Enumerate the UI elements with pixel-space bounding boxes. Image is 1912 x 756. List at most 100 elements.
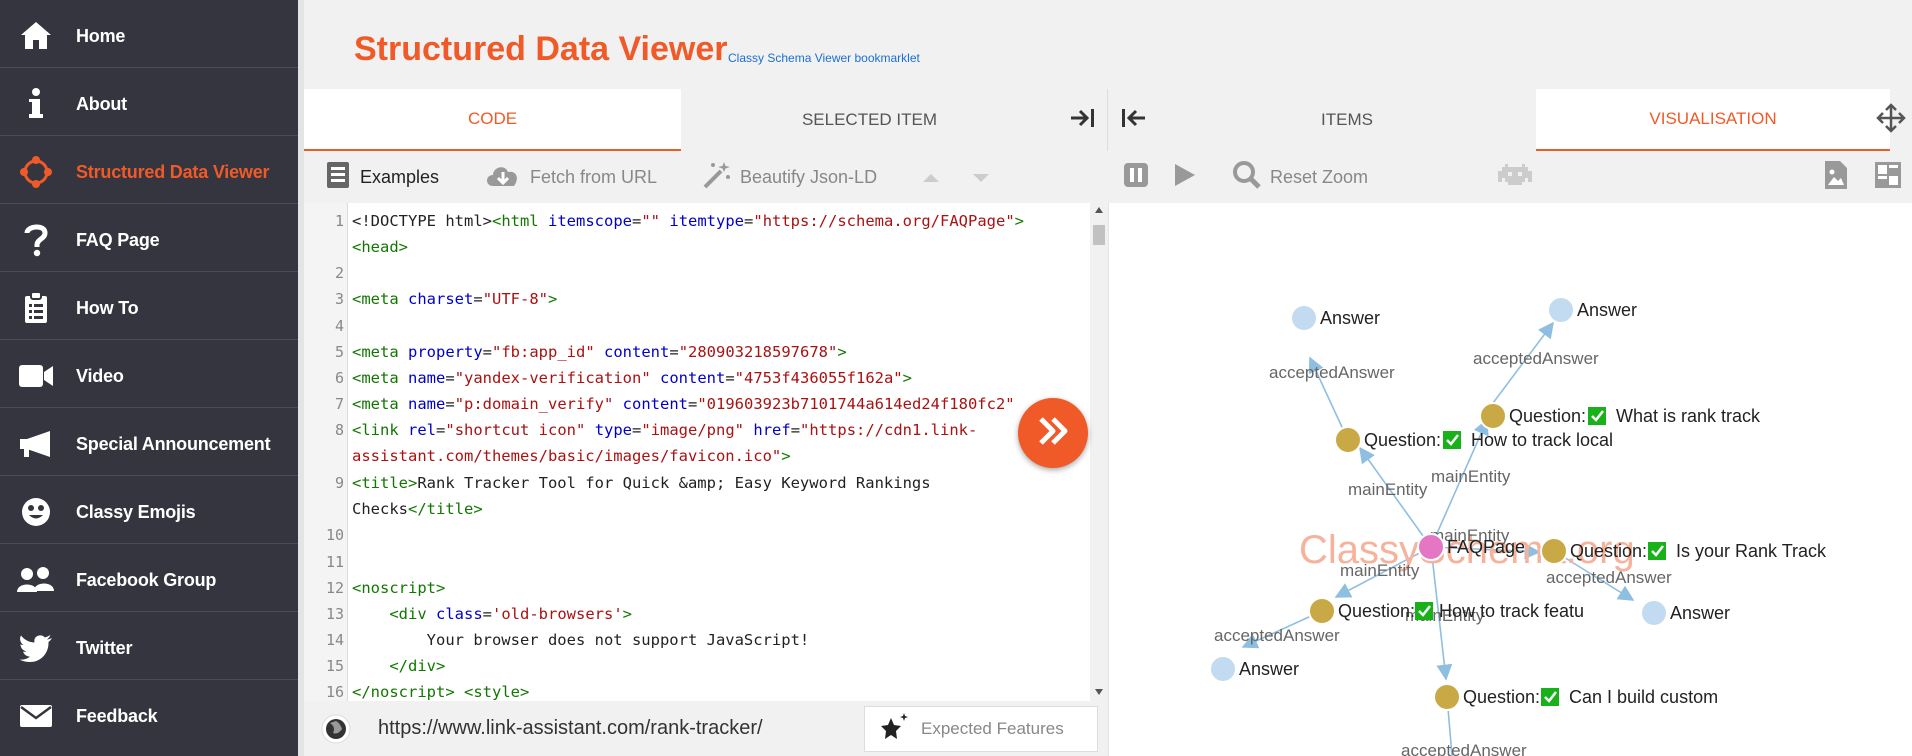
sidebar-item-label: Video	[76, 365, 124, 386]
divider	[0, 135, 298, 136]
node-text: How to track featu	[1439, 601, 1584, 621]
reset-zoom-button[interactable]: Reset Zoom	[1232, 151, 1368, 203]
pause-button[interactable]	[1122, 151, 1150, 203]
expected-features-button[interactable]: Expected Features	[864, 706, 1098, 752]
sidebar-item-twitter[interactable]: Twitter	[0, 614, 298, 682]
tab-code[interactable]: CODE	[304, 89, 681, 151]
arrow-to-left-icon	[1119, 107, 1147, 134]
code-editor[interactable]: 1 2 3 4 5 6 7 8 9 10 11 12 13 14 15 16 <…	[304, 203, 1108, 701]
scroll-down-arrow[interactable]	[1095, 689, 1103, 695]
line-number: 13	[325, 605, 344, 623]
line-number: 9	[334, 474, 344, 492]
question-icon	[16, 220, 56, 260]
expected-features-label: Expected Features	[921, 719, 1064, 738]
collapse-right-button[interactable]	[1058, 89, 1108, 151]
check-mark-icon	[1541, 688, 1559, 706]
line-number: 6	[334, 369, 344, 387]
pause-icon	[1122, 161, 1150, 194]
scrollbar-thumb[interactable]	[1093, 225, 1105, 245]
node-question[interactable]: Question: What is rank track	[1479, 402, 1761, 430]
node-label: FAQPage	[1447, 537, 1525, 557]
sidebar-item-about[interactable]: About	[0, 70, 298, 138]
code-line: <noscript>	[352, 579, 446, 597]
sidebar-item-video[interactable]: Video	[0, 342, 298, 410]
line-number: 15	[325, 657, 344, 675]
edge-label: mainEntity	[1431, 467, 1511, 486]
node-question[interactable]: Question: How to track featu	[1308, 597, 1584, 625]
main-panel: Structured Data Viewer Classy Schema Vie…	[304, 0, 1912, 756]
space-invader-button[interactable]	[1498, 151, 1532, 203]
move-down-button[interactable]	[972, 151, 990, 203]
sidebar-item-label: Special Announcement	[76, 433, 271, 454]
divider	[0, 475, 298, 476]
mail-icon	[16, 696, 56, 736]
reset-zoom-label: Reset Zoom	[1270, 166, 1369, 187]
scroll-up-arrow[interactable]	[1095, 207, 1103, 213]
node-faq-page[interactable]: FAQPage	[1417, 533, 1525, 561]
globe-icon	[320, 713, 352, 750]
tab-items[interactable]: ITEMS	[1158, 89, 1536, 151]
examples-button[interactable]: Examples	[326, 151, 439, 203]
code-line: Your browser does not support JavaScript…	[352, 631, 810, 649]
sidebar-item-structured-data-viewer[interactable]: Structured Data Viewer	[0, 138, 298, 206]
magic-wand-icon	[702, 160, 732, 195]
sidebar-item-special-announcement[interactable]: Special Announcement	[0, 410, 298, 478]
sidebar-item-home[interactable]: Home	[0, 2, 298, 70]
line-number: 11	[325, 553, 344, 571]
code-line: <meta name="p:domain_verify" content="01…	[352, 395, 1015, 413]
code-line: <title>Rank Tracker Tool for Quick &amp;…	[352, 474, 931, 492]
caret-up-icon	[922, 167, 940, 188]
space-invader-icon	[1498, 162, 1532, 193]
graph-svg[interactable]: ClassySchema.org acceptedAnswer accepted…	[1109, 203, 1912, 756]
visualisation-canvas[interactable]: ClassySchema.org acceptedAnswer accepted…	[1108, 203, 1912, 756]
sidebar-item-faq-page[interactable]: FAQ Page	[0, 206, 298, 274]
node-answer[interactable]: Answer	[1640, 599, 1730, 627]
node-answer[interactable]: Answer	[1209, 655, 1299, 683]
divider	[0, 67, 298, 68]
check-mark-icon	[1443, 431, 1461, 449]
bookmarklet-link[interactable]: Classy Schema Viewer bookmarklet	[728, 51, 920, 65]
move-up-button[interactable]	[922, 151, 940, 203]
group-icon	[16, 560, 56, 600]
sidebar-item-label: Feedback	[76, 705, 158, 726]
check-mark-icon	[1415, 602, 1433, 620]
target-icon	[16, 152, 56, 192]
sidebar-item-label: About	[76, 93, 127, 114]
star-sparkle-icon	[879, 712, 909, 747]
node-question[interactable]: Question: Is your Rank Track	[1540, 537, 1827, 565]
sidebar-item-feedback[interactable]: Feedback	[0, 682, 298, 750]
tab-visualisation[interactable]: VISUALISATION	[1536, 89, 1890, 151]
beautify-button[interactable]: Beautify Json-LD	[702, 151, 877, 203]
node-question[interactable]: Question: How to track local	[1334, 426, 1613, 454]
header: Structured Data Viewer Classy Schema Vie…	[304, 0, 1912, 89]
code-line: <meta property="fb:app_id" content="2809…	[352, 343, 847, 361]
fullscreen-button[interactable]	[1870, 89, 1912, 151]
examples-label: Examples	[360, 166, 440, 187]
layout-button[interactable]	[1874, 151, 1902, 203]
edge-label: acceptedAnswer	[1269, 363, 1395, 382]
node-text: What is rank track	[1616, 406, 1761, 426]
node-label: Question:	[1338, 601, 1415, 621]
sidebar-item-how-to[interactable]: How To	[0, 274, 298, 342]
editor-scrollbar[interactable]	[1090, 203, 1108, 701]
tab-selected-item[interactable]: SELECTED ITEM	[681, 89, 1058, 151]
line-number: 4	[334, 317, 344, 335]
node-answer[interactable]: Answer	[1290, 304, 1380, 332]
arrow-to-right-icon	[1069, 107, 1097, 134]
visualisation-toolbar: Reset Zoom	[1108, 151, 1912, 203]
fetch-url-button[interactable]: Fetch from URL	[484, 151, 657, 203]
play-button[interactable]	[1170, 151, 1198, 203]
sidebar-item-facebook-group[interactable]: Facebook Group	[0, 546, 298, 614]
line-number: 8	[334, 421, 344, 439]
code-line: <link rel="shortcut icon" type="image/pn…	[352, 421, 978, 439]
export-image-button[interactable]	[1824, 151, 1848, 203]
collapse-left-button[interactable]	[1108, 89, 1158, 151]
sidebar-item-label: Facebook Group	[76, 569, 217, 590]
edge-label: acceptedAnswer	[1473, 349, 1599, 368]
sidebar-item-classy-emojis[interactable]: Classy Emojis	[0, 478, 298, 546]
node-question[interactable]: Question: Can I build custom	[1433, 683, 1718, 711]
run-button[interactable]	[1018, 398, 1088, 468]
node-answer[interactable]: Answer	[1547, 296, 1637, 324]
url-text[interactable]: https://www.link-assistant.com/rank-trac…	[378, 717, 763, 740]
caret-down-icon	[972, 167, 990, 188]
